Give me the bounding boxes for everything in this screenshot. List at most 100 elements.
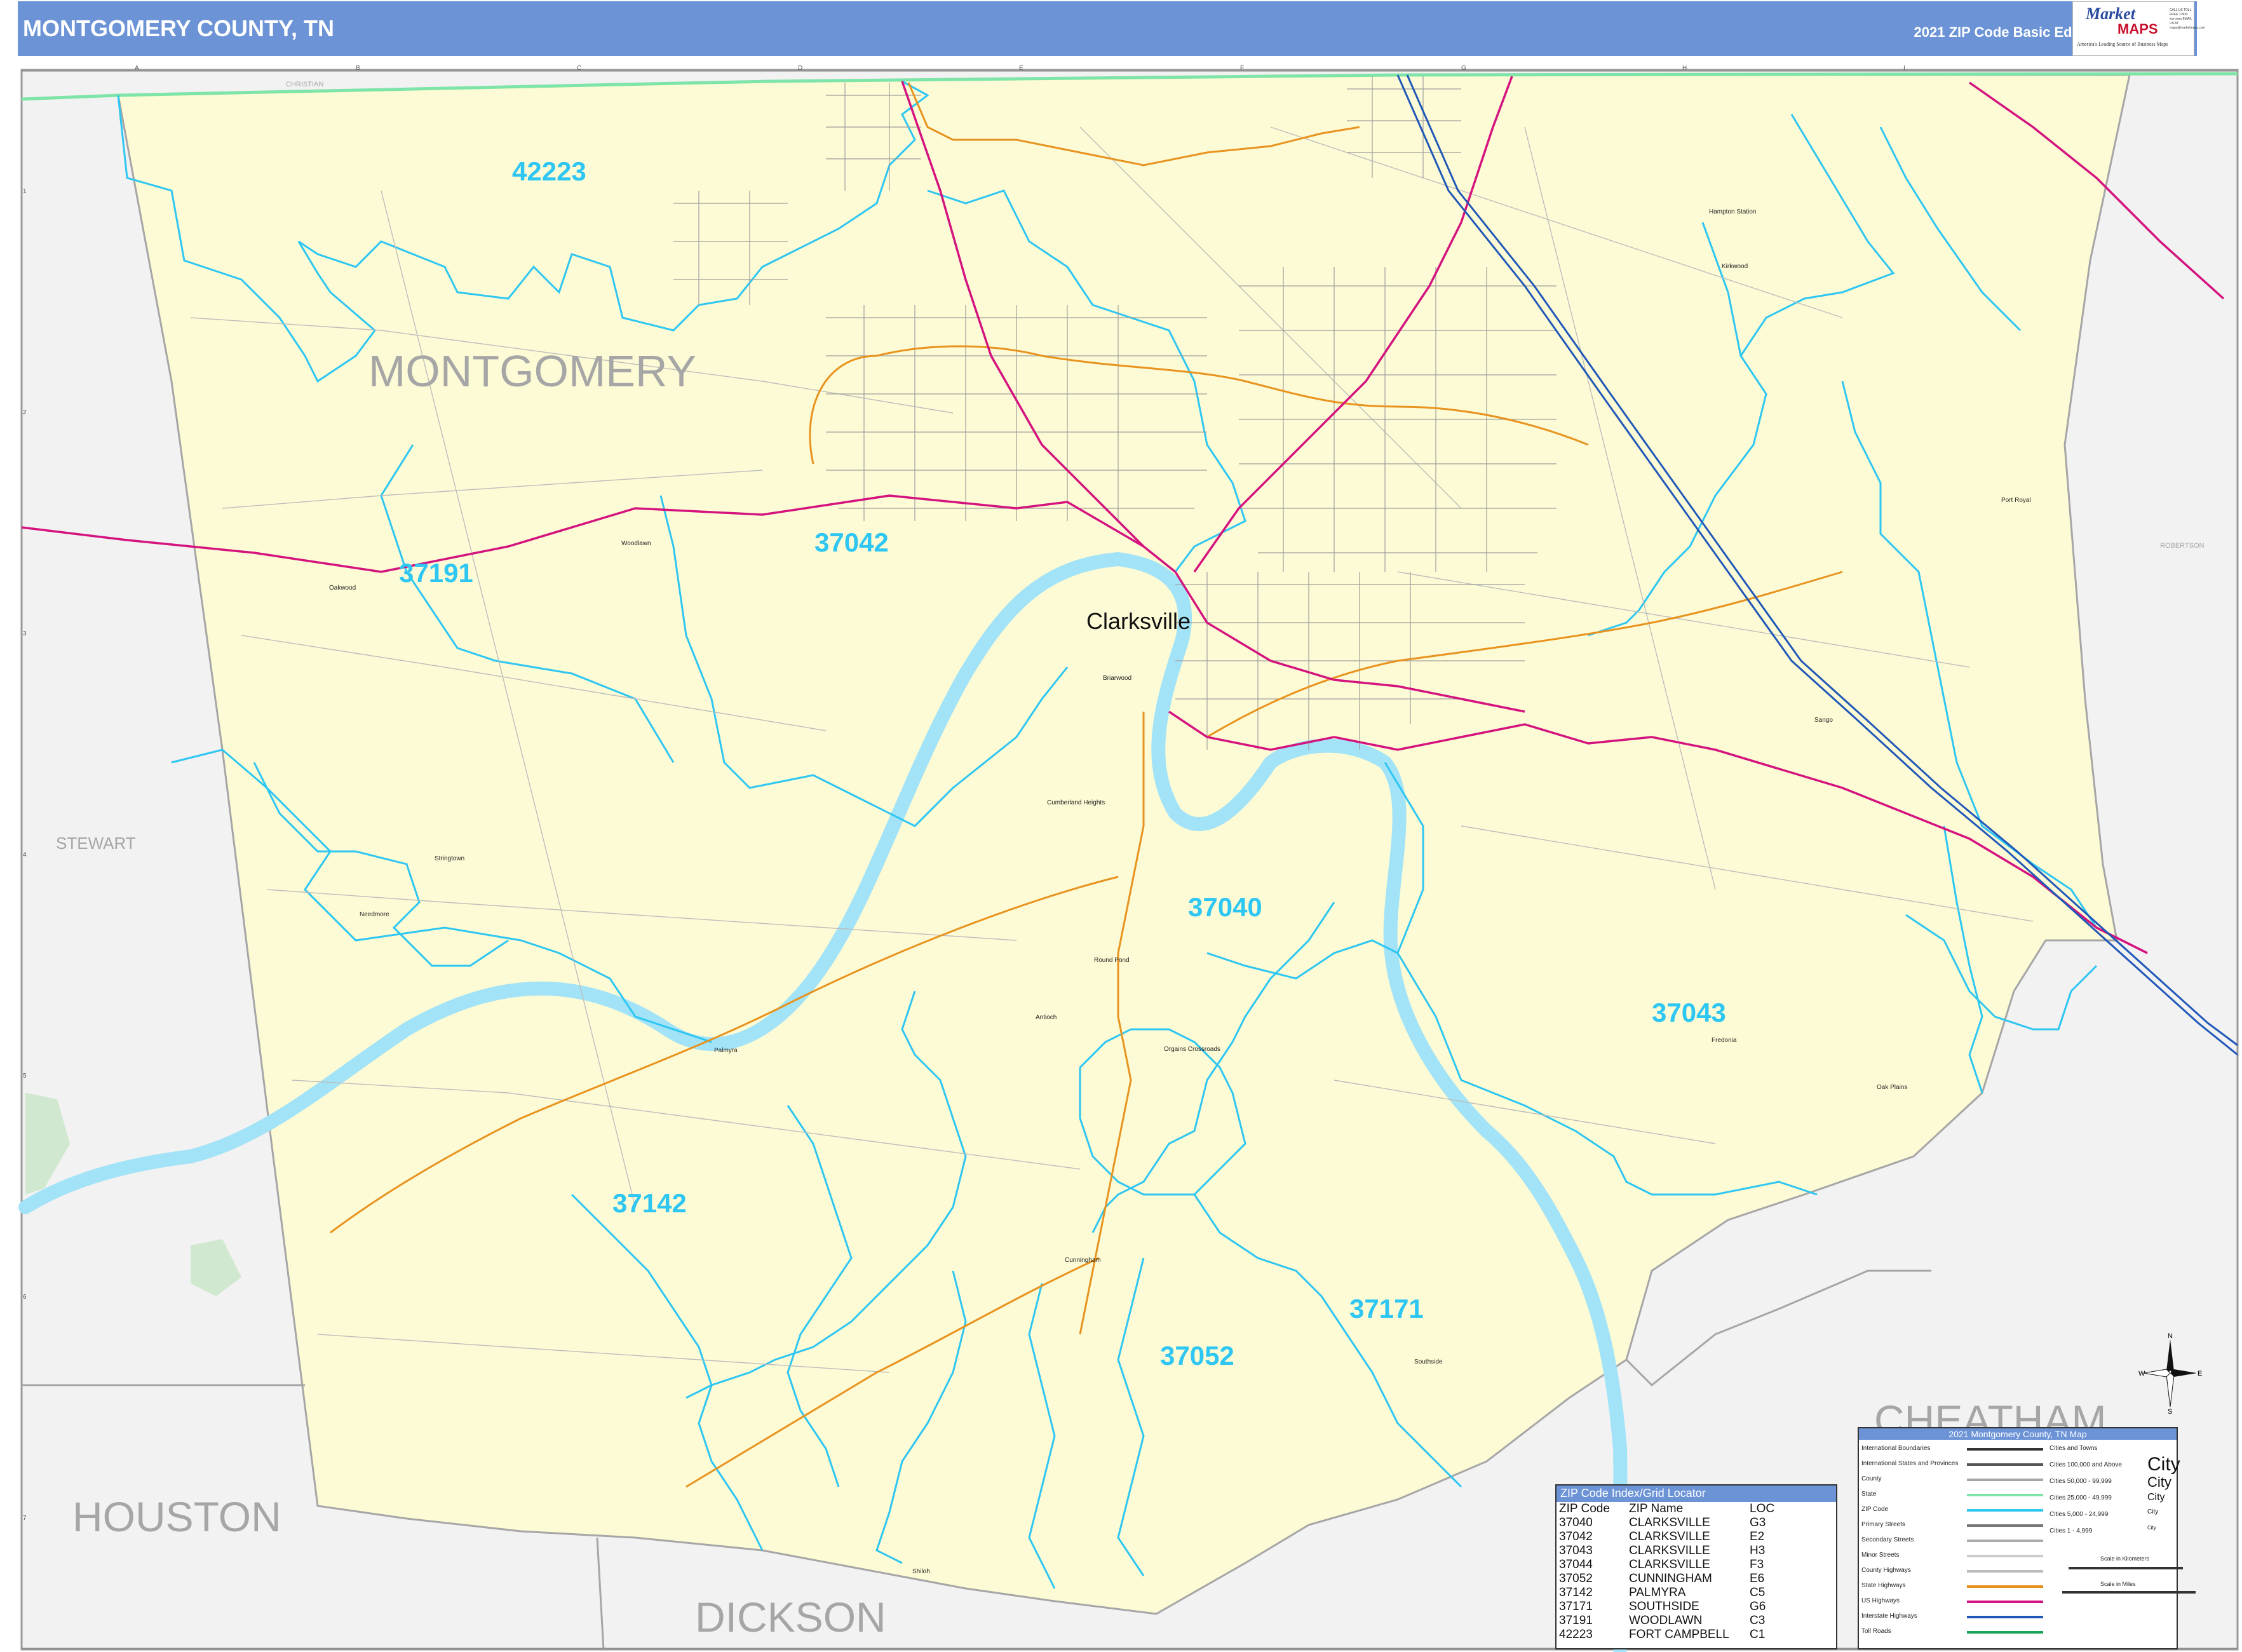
legend-city-class: Cities 25,000 - 49,999: [2050, 1494, 2112, 1501]
town-label: Shiloh: [912, 1568, 930, 1575]
county-label-dickson: DICKSON: [695, 1594, 886, 1641]
legend-row-label: Minor Streets: [1861, 1552, 1900, 1559]
scale-bar-mi: [2062, 1591, 2196, 1594]
zip-label: 37191: [399, 558, 473, 588]
zip-index-row: 42223 FORT CAMPBELL C1: [1557, 1628, 1836, 1642]
town-label: Kirkwood: [1722, 263, 1748, 270]
grid-column-label: G: [1461, 65, 1466, 72]
legend-city-sample: City: [2147, 1492, 2165, 1503]
legend-row-label: International Boundaries: [1861, 1445, 1931, 1452]
zip-index-cell: H3: [1750, 1544, 1766, 1557]
compass-east-label: E: [2198, 1370, 2202, 1378]
zip-index-row: 37142 PALMYRA C5: [1557, 1586, 1836, 1600]
grid-column-label: C: [577, 65, 581, 72]
legend-swatch: [1967, 1540, 2043, 1542]
zip-index-row: 37043 CLARKSVILLE H3: [1557, 1544, 1836, 1558]
zip-index-cell: E6: [1750, 1572, 1765, 1585]
compass-south-label: S: [2168, 1408, 2172, 1414]
grid-row-label: 4: [23, 851, 27, 858]
town-label: Cumberland Heights: [1047, 799, 1105, 806]
zip-index-cell: CLARKSVILLE: [1629, 1516, 1710, 1529]
county-label-montgomery: MONTGOMERY: [368, 346, 696, 396]
zip-index-cell: CLARKSVILLE: [1629, 1530, 1710, 1543]
legend-swatch: [1967, 1585, 2043, 1588]
compass-north-label: N: [2168, 1332, 2173, 1340]
town-label: Briarwood: [1103, 675, 1131, 682]
town-label: Antioch: [1036, 1014, 1057, 1021]
legend-city-class: Cities 50,000 - 99,999: [2050, 1478, 2112, 1485]
logo-brand-bottom: MAPS: [2117, 21, 2158, 37]
legend-row-label: State Highways: [1861, 1582, 1906, 1589]
legend-swatch: [1967, 1448, 2043, 1451]
zip-index-cell: 37171: [1559, 1600, 1593, 1613]
zip-index-row: 37042 CLARKSVILLE E2: [1557, 1530, 1836, 1544]
county-label-stewart: STEWART: [56, 834, 136, 853]
zip-index-cell: E2: [1750, 1530, 1765, 1543]
town-label: Round Pond: [1094, 957, 1130, 964]
grid-row-label: 3: [23, 630, 27, 637]
grid-column-label: F: [1240, 65, 1244, 72]
compass-rose-icon: N S W E: [2138, 1332, 2202, 1414]
zip-index-row: 37044 CLARKSVILLE F3: [1557, 1558, 1836, 1572]
legend-swatch: [1967, 1555, 2043, 1557]
zip-index-cell: F3: [1750, 1558, 1764, 1571]
legend-swatch: [1967, 1616, 2043, 1618]
legend-row-label: Secondary Streets: [1861, 1536, 1914, 1543]
grid-row-label: 7: [23, 1515, 27, 1522]
zip-label: 37040: [1188, 892, 1262, 922]
map-legend: 2021 Montgomery County, TN Map Internati…: [1858, 1427, 2196, 1649]
zip-index-cell: C5: [1750, 1586, 1766, 1599]
legend-city-class: Cities 5,000 - 24,999: [2050, 1511, 2109, 1518]
zip-label: 37042: [814, 527, 889, 557]
zip-label: 37043: [1652, 998, 1726, 1027]
legend-city-sample: City: [2147, 1454, 2180, 1475]
zip-index-cell: G3: [1750, 1516, 1766, 1529]
legend-row-label: County: [1861, 1475, 1882, 1482]
zip-index-cell: CUNNINGHAM: [1629, 1572, 1712, 1585]
grid-column-label: D: [798, 65, 802, 72]
county-label-christian: CHRISTIAN: [286, 81, 323, 88]
town-label: Cunningham: [1065, 1257, 1101, 1264]
county-label-robertson: ROBERTSON: [2160, 542, 2205, 550]
legend-row-label: Interstate Highways: [1861, 1613, 1917, 1620]
scale-bar-km: [2069, 1567, 2183, 1569]
legend-city-class: Cities and Towns: [2050, 1445, 2098, 1452]
zip-index-row: 37171 SOUTHSIDE G6: [1557, 1600, 1836, 1614]
town-label: Stringtown: [435, 855, 464, 862]
county-label-houston: HOUSTON: [72, 1493, 281, 1540]
zip-code-map[interactable]: A B C D E F G H I 1 2 3 4 5 6 7 MONTGOME…: [0, 0, 2242, 1652]
grid-column-label: E: [1019, 65, 1023, 72]
legend-row-label: International States and Provinces: [1861, 1460, 1959, 1467]
zip-index-cell: SOUTHSIDE: [1629, 1600, 1699, 1613]
legend-swatch: [1967, 1570, 2043, 1573]
logo-tagline: America's Leading Source of Business Map…: [2077, 41, 2168, 47]
zip-label: 37052: [1160, 1341, 1234, 1371]
legend-row-label: Toll Roads: [1861, 1628, 1891, 1635]
legend-row-label: State: [1861, 1491, 1877, 1498]
town-label: Fredonia: [1712, 1037, 1737, 1044]
zip-index-rows: 37040 CLARKSVILLE G3 37042 CLARKSVILLE E2 3704…: [1557, 1516, 1836, 1642]
grid-column-label: B: [356, 65, 360, 72]
zip-index-header-cell: LOC: [1750, 1502, 1775, 1515]
zip-index-cell: 42223: [1559, 1628, 1593, 1641]
zip-label: 42223: [512, 156, 586, 186]
legend-swatch: [1967, 1463, 2043, 1466]
compass-west-label: W: [2138, 1370, 2145, 1378]
zip-index-header: ZIP Code ZIP Name LOC: [1557, 1502, 1836, 1516]
legend-city-sample: City: [2147, 1525, 2156, 1531]
zip-index-cell: FORT CAMPBELL: [1629, 1628, 1729, 1641]
map-title: MONTGOMERY COUNTY, TN: [23, 15, 335, 41]
zip-label: 37142: [612, 1188, 687, 1218]
zip-index-header-cell: ZIP Code: [1559, 1502, 1610, 1515]
legend-city-sample: City: [2147, 1474, 2171, 1490]
town-label: Palmyra: [714, 1047, 738, 1054]
grid-row-label: 2: [23, 409, 27, 416]
town-label: Port Royal: [2001, 497, 2031, 504]
town-label: Needmore: [360, 911, 389, 918]
zip-index-cell: C1: [1750, 1628, 1766, 1641]
legend-city-class: Cities 1 - 4,999: [2050, 1527, 2093, 1534]
legend-city-sample: City: [2147, 1508, 2159, 1515]
legend-row-label: US Highways: [1861, 1597, 1900, 1604]
legend-swatch: [1967, 1479, 2043, 1481]
zip-index-cell: 37052: [1559, 1572, 1593, 1585]
